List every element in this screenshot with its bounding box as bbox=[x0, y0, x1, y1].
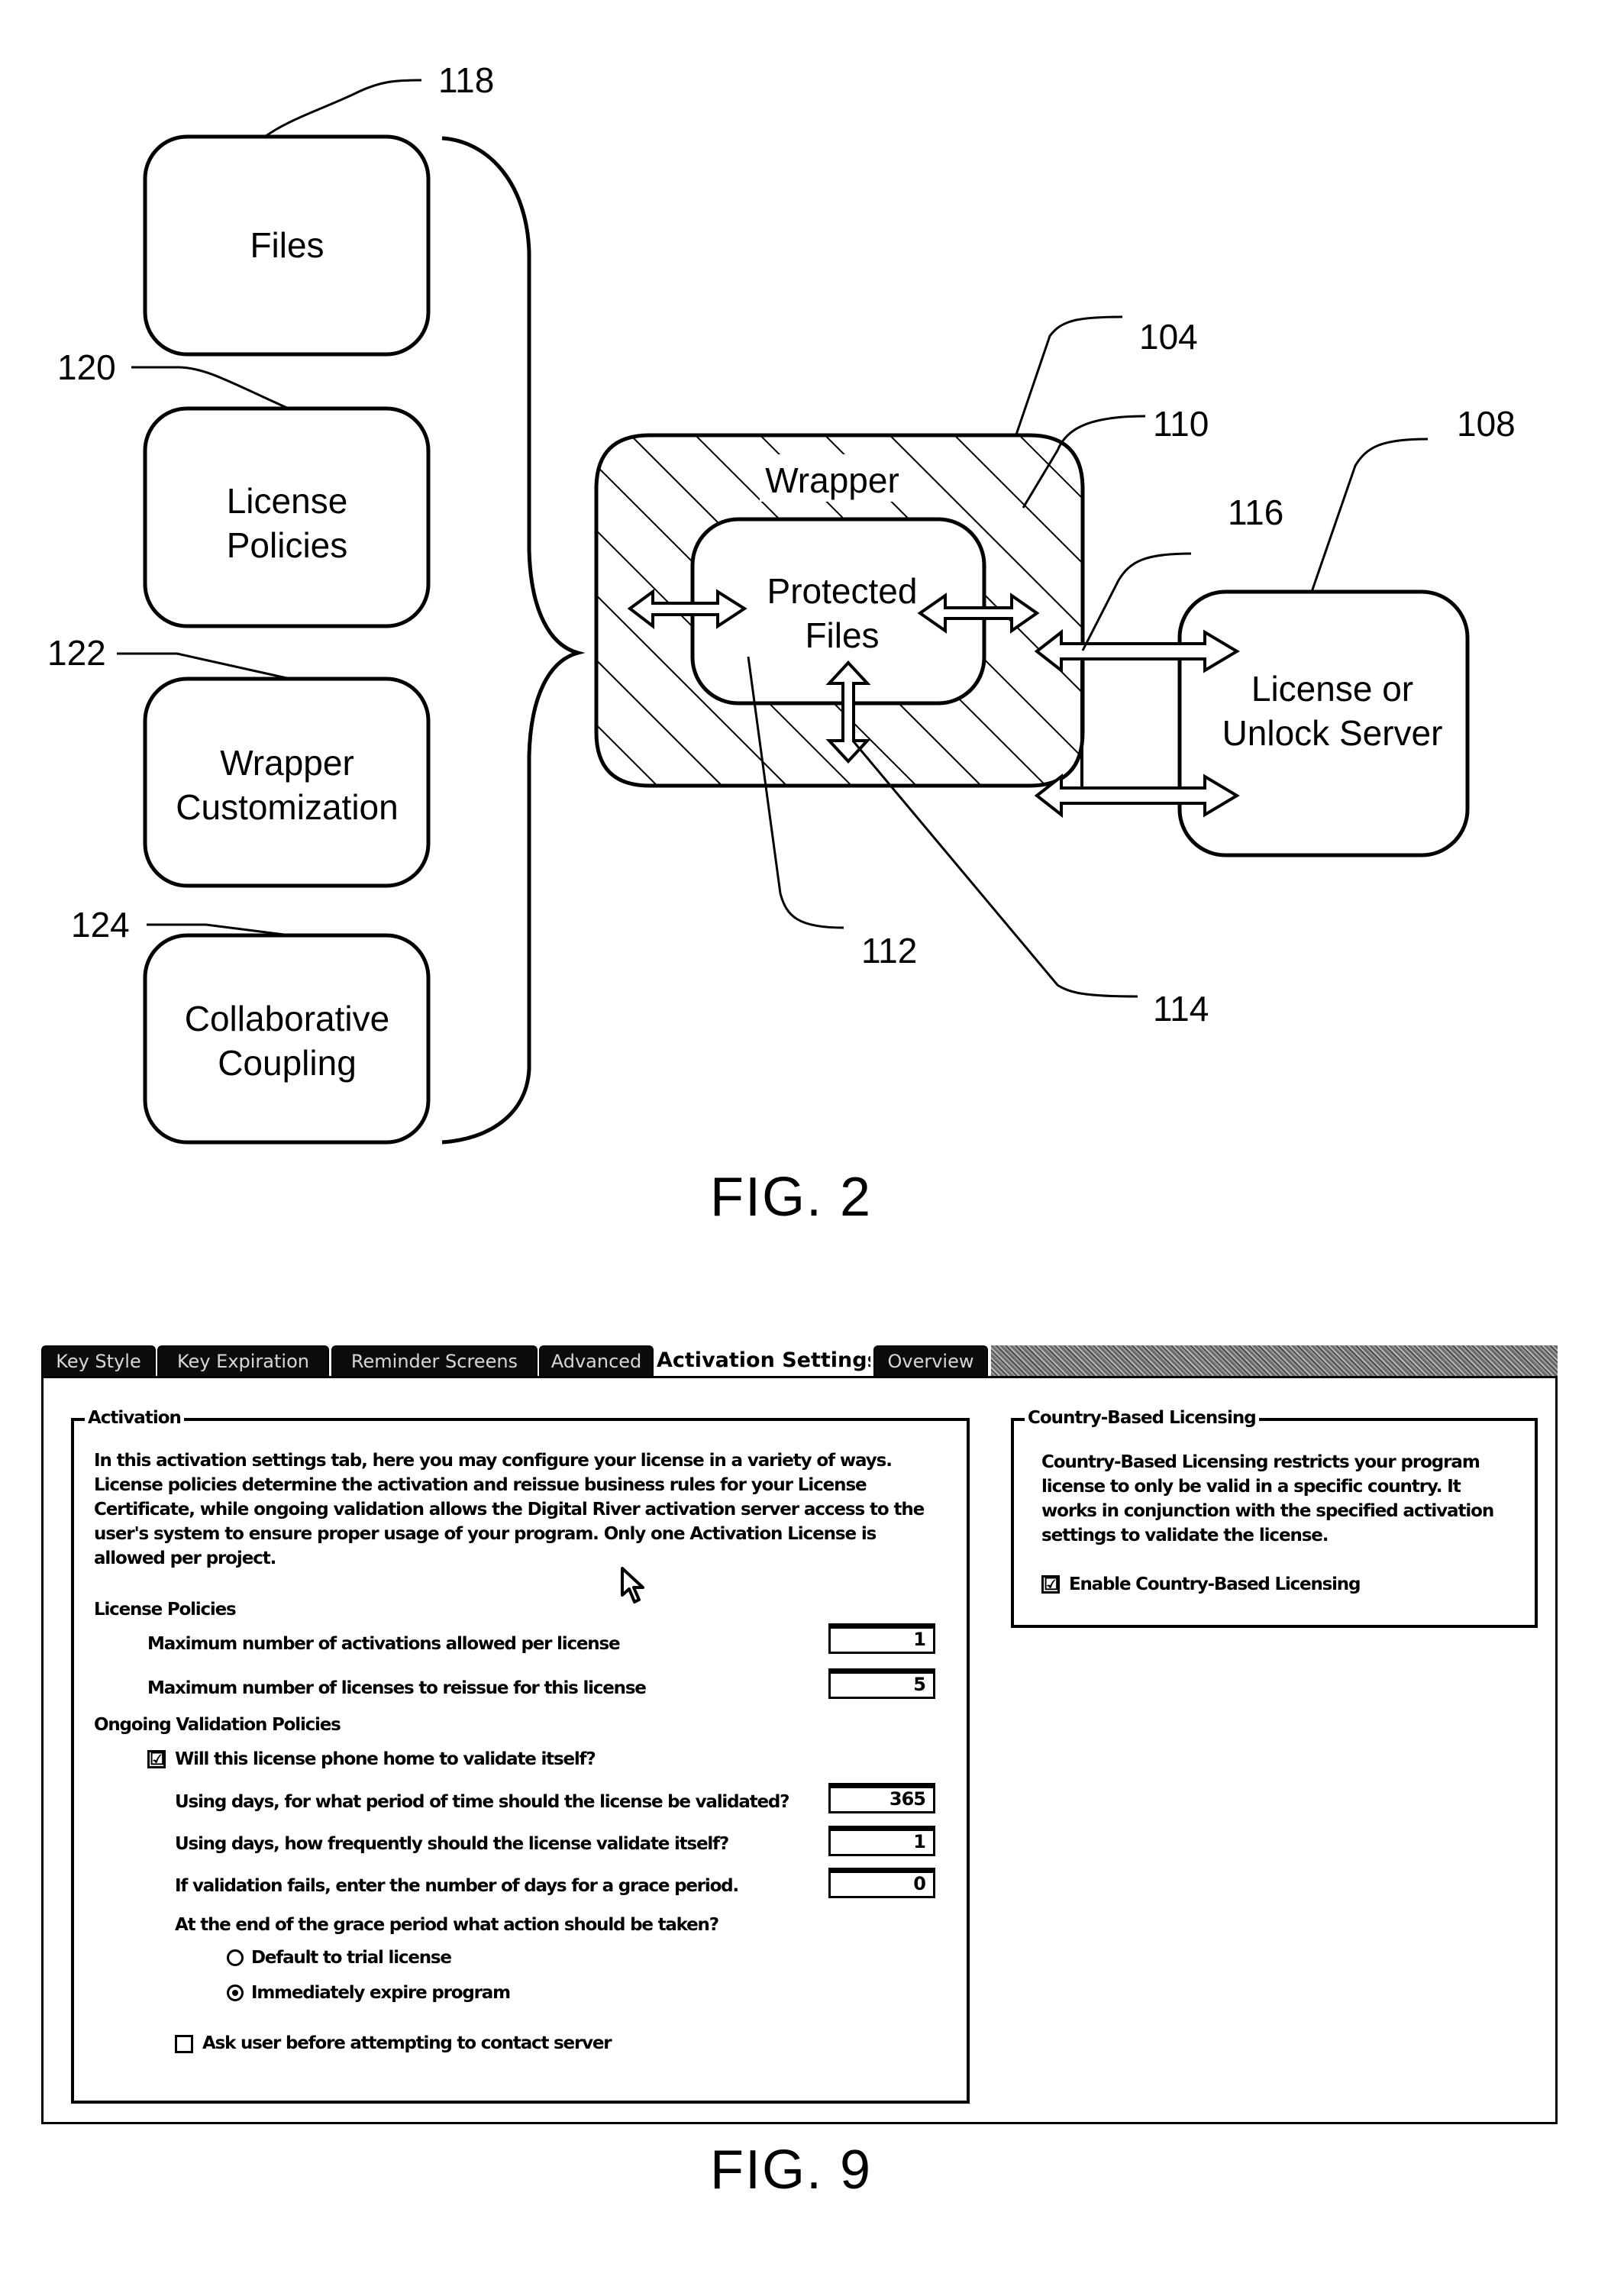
server-arrow-bottom bbox=[1034, 773, 1240, 819]
tab-panel: Activation In this activation settings t… bbox=[41, 1376, 1558, 2124]
collaborative-coupling-box bbox=[143, 933, 431, 1145]
description-line: works in conjunction with the specified … bbox=[1041, 1501, 1494, 1521]
validation-frequency-label: Using days, how frequently should the li… bbox=[175, 1834, 729, 1854]
max-activations-label: Maximum number of activations allowed pe… bbox=[147, 1634, 621, 1654]
description-line: Country-Based Licensing restricts your p… bbox=[1041, 1452, 1480, 1472]
ask-user-checkbox[interactable] bbox=[175, 2035, 193, 2053]
description-line: license to only be valid in a specific c… bbox=[1041, 1477, 1461, 1497]
leader-116 bbox=[1081, 552, 1192, 651]
ref-114: 114 bbox=[1153, 989, 1209, 1029]
country-licensing-group: Country-Based Licensing Country-Based Li… bbox=[1011, 1406, 1538, 1628]
country-licensing-group-title: Country-Based Licensing bbox=[1025, 1406, 1259, 1430]
radio-expire-program[interactable] bbox=[227, 1985, 244, 2001]
figure-9-caption: FIG. 9 bbox=[710, 2140, 873, 2201]
tab-key-style[interactable]: Key Style bbox=[41, 1345, 156, 1376]
tab-advanced[interactable]: Advanced bbox=[539, 1345, 654, 1376]
leader-120 bbox=[131, 366, 289, 410]
phone-home-label: Will this license phone home to validate… bbox=[175, 1749, 596, 1769]
description-line: In this activation settings tab, here yo… bbox=[94, 1451, 893, 1471]
description-line: settings to validate the license. bbox=[1041, 1526, 1329, 1545]
max-reissues-label: Maximum number of licenses to reissue fo… bbox=[147, 1678, 647, 1698]
radio-expire-program-label: Immediately expire program bbox=[251, 1983, 511, 2003]
ask-user-label: Ask user before attempting to contact se… bbox=[202, 2033, 612, 2053]
validation-period-input[interactable]: 365 bbox=[828, 1783, 935, 1813]
leader-118 bbox=[264, 79, 422, 138]
tab-bar-background bbox=[991, 1345, 1558, 1376]
figure-2-caption: FIG. 2 bbox=[710, 1167, 873, 1228]
ref-112: 112 bbox=[861, 931, 918, 970]
wrapper-label: Wrapper bbox=[765, 460, 899, 500]
grace-period-input[interactable]: 0 bbox=[828, 1868, 935, 1898]
license-policies-heading: License Policies bbox=[94, 1600, 237, 1620]
description-line: user's system to ensure proper usage of … bbox=[94, 1524, 877, 1544]
ongoing-validation-heading: Ongoing Validation Policies bbox=[94, 1715, 341, 1735]
tab-reminder-screens[interactable]: Reminder Screens bbox=[331, 1345, 538, 1376]
end-action-question: At the end of the grace period what acti… bbox=[175, 1915, 719, 1935]
ref-104: 104 bbox=[1139, 317, 1198, 357]
validation-frequency-input[interactable]: 1 bbox=[828, 1826, 935, 1856]
phone-home-checkbox[interactable]: ☑ bbox=[147, 1750, 166, 1768]
validation-period-label: Using days, for what period of time shou… bbox=[175, 1792, 790, 1812]
tab-overview[interactable]: Overview bbox=[873, 1345, 988, 1376]
ref-108: 108 bbox=[1457, 404, 1516, 444]
leader-108 bbox=[1310, 438, 1429, 593]
radio-default-trial-label: Default to trial license bbox=[251, 1948, 452, 1968]
enable-country-licensing-label: Enable Country-Based Licensing bbox=[1069, 1574, 1361, 1594]
mouse-pointer-icon bbox=[621, 1567, 644, 1603]
ref-118: 118 bbox=[438, 60, 495, 100]
ref-116: 116 bbox=[1228, 492, 1284, 532]
enable-country-licensing-checkbox[interactable]: ☑ bbox=[1041, 1575, 1060, 1594]
radio-default-trial[interactable] bbox=[227, 1949, 244, 1966]
tab-key-expiration[interactable]: Key Expiration bbox=[157, 1345, 329, 1376]
max-activations-input[interactable]: 1 bbox=[828, 1623, 935, 1654]
tab-activation-settings[interactable]: Activation Settings bbox=[657, 1344, 870, 1379]
leader-122 bbox=[117, 652, 291, 680]
description-line: License policies determine the activatio… bbox=[94, 1475, 867, 1495]
activation-description: In this activation settings tab, here yo… bbox=[94, 1448, 957, 1571]
ref-120: 120 bbox=[57, 347, 116, 387]
activation-settings-window: Key Style Key Expiration Reminder Screen… bbox=[41, 1344, 1558, 2124]
description-line: Certificate, while ongoing validation al… bbox=[94, 1500, 925, 1519]
description-line: allowed per project. bbox=[94, 1549, 276, 1568]
max-reissues-input[interactable]: 5 bbox=[828, 1668, 935, 1699]
tab-bar: Key Style Key Expiration Reminder Screen… bbox=[41, 1344, 1558, 1379]
ref-124: 124 bbox=[71, 905, 130, 945]
grace-period-label: If validation fails, enter the number of… bbox=[175, 1876, 739, 1896]
ref-122: 122 bbox=[47, 633, 106, 673]
fig2-drawing: Files License Policies Wrapper Customizati… bbox=[117, 79, 1470, 1145]
ref-110: 110 bbox=[1153, 404, 1209, 444]
country-licensing-description: Country-Based Licensing restricts your p… bbox=[1041, 1450, 1530, 1548]
activation-group-title: Activation bbox=[85, 1406, 184, 1430]
grouping-brace bbox=[441, 136, 586, 1145]
files-label: Files bbox=[250, 225, 324, 265]
activation-group: Activation In this activation settings t… bbox=[71, 1406, 970, 2104]
figure-2-diagram: Files License Policies Wrapper Customizati… bbox=[0, 0, 1624, 1298]
